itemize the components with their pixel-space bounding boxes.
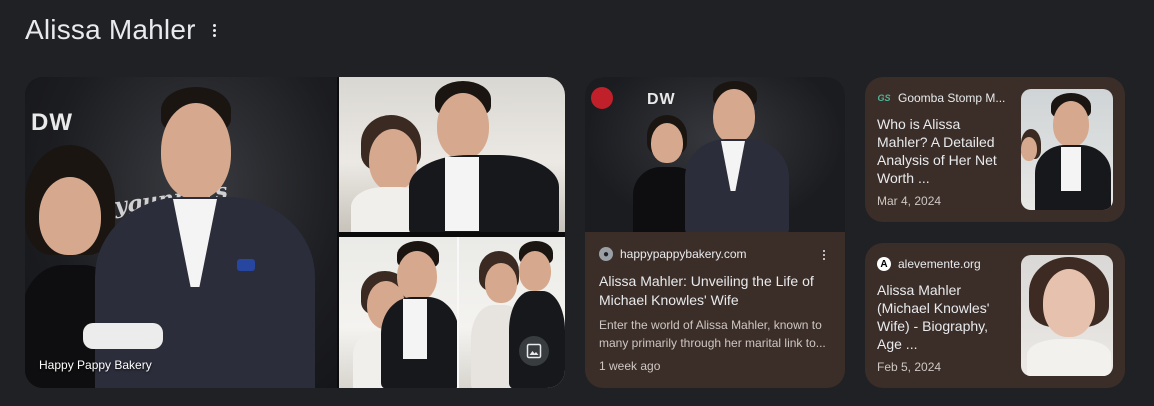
title-line: Age ...: [877, 336, 918, 352]
result-source[interactable]: A alevemente.org: [877, 257, 981, 271]
title-line: Analysis of Her Net: [877, 152, 997, 168]
more-options-icon[interactable]: [208, 21, 222, 39]
result-title[interactable]: Alissa Mahler (Michael Knowles' Wife) - …: [877, 281, 1013, 353]
result-title[interactable]: Alissa Mahler: Unveiling the Life of Mic…: [599, 272, 831, 310]
main-photo[interactable]: DW Ladygunners: [25, 77, 337, 388]
source-name: alevemente.org: [898, 257, 981, 271]
result-card-goombastomp[interactable]: GS Goomba Stomp M... Who is Alissa Mahle…: [865, 77, 1125, 222]
source-name: happypappybakery.com: [620, 247, 747, 261]
title-line: Wife) - Biography,: [877, 318, 988, 334]
result-thumbnail[interactable]: [1021, 255, 1113, 376]
source-name: Goomba Stomp M...: [898, 91, 1006, 105]
result-source[interactable]: ● happypappybakery.com: [599, 247, 747, 261]
result-thumbnail[interactable]: [1021, 89, 1113, 210]
page-title: Alissa Mahler: [25, 14, 196, 45]
result-thumbnail[interactable]: DW: [585, 77, 845, 232]
image-icon[interactable]: [519, 336, 549, 366]
result-date: Feb 5, 2024: [877, 360, 942, 374]
result-source[interactable]: GS Goomba Stomp M...: [877, 91, 1005, 105]
result-date: 1 week ago: [599, 359, 661, 373]
page-header: Alissa Mahler: [25, 14, 222, 46]
more-vert-icon[interactable]: [821, 249, 827, 261]
result-date: Mar 4, 2024: [877, 194, 942, 208]
result-card-alevemente[interactable]: A alevemente.org Alissa Mahler (Michael …: [865, 243, 1125, 388]
title-line: Worth ...: [877, 170, 930, 186]
site-favicon-icon: ●: [599, 247, 613, 261]
title-line: Who is Alissa: [877, 116, 961, 132]
site-favicon-icon: GS: [877, 93, 891, 103]
site-favicon-icon: A: [877, 257, 891, 271]
wedding-photo-top[interactable]: [339, 77, 565, 232]
image-collage[interactable]: DW Ladygunners: [25, 77, 565, 388]
result-card-happypappybakery[interactable]: DW ● happypappybakery.com Alissa Mahler:…: [585, 77, 845, 388]
title-line: Mahler? A Detailed: [877, 134, 995, 150]
title-line: (Michael Knowles': [877, 300, 990, 316]
result-snippet-line1: Enter the world of Alissa Mahler, known …: [599, 318, 822, 332]
dw-logo: DW: [31, 109, 73, 136]
collage-caption[interactable]: Happy Pappy Bakery: [39, 358, 152, 372]
dw-logo: DW: [647, 91, 676, 108]
title-line: Alissa Mahler: [877, 282, 962, 298]
result-title[interactable]: Who is Alissa Mahler? A Detailed Analysi…: [877, 115, 1013, 187]
result-snippet-line2: many primarily through her marital link …: [599, 336, 826, 350]
